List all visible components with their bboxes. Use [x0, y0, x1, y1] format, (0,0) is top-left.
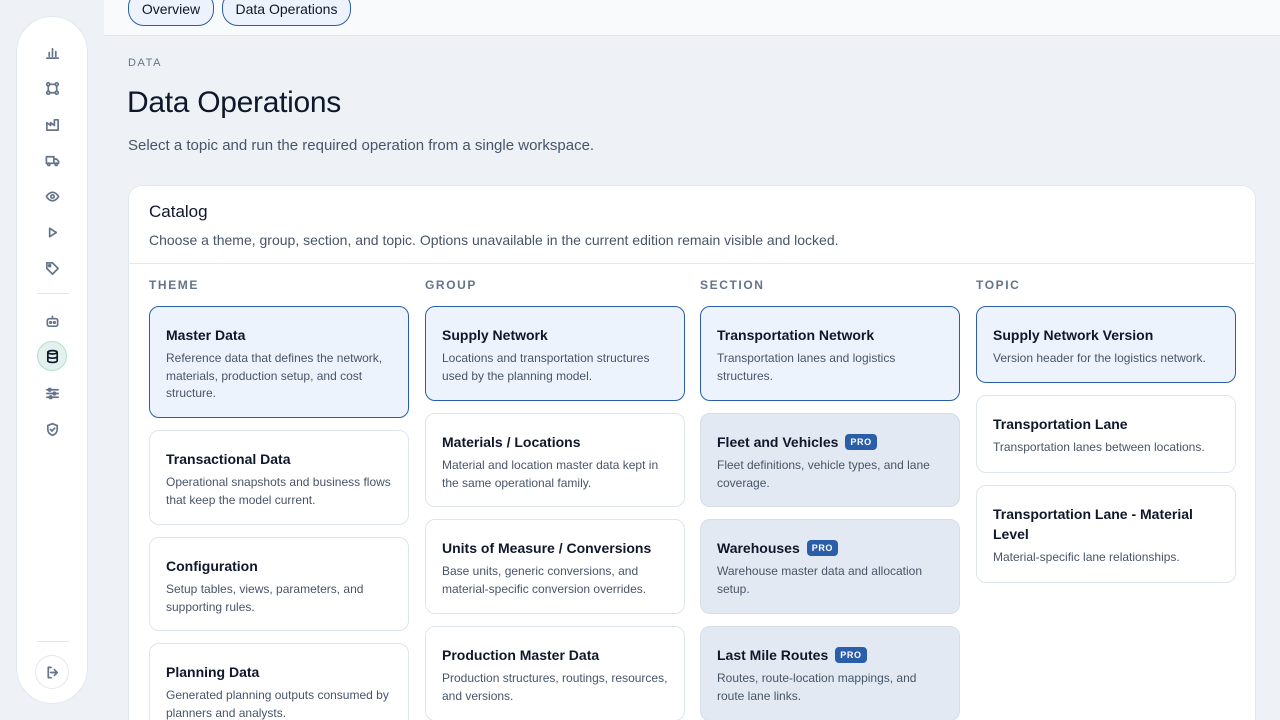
truck-icon[interactable]: [37, 145, 67, 175]
option-description: Operational snapshots and business flows…: [166, 475, 391, 507]
shield-icon[interactable]: [37, 414, 67, 444]
catalog-description: Choose a theme, group, section, and topi…: [149, 232, 839, 248]
column-label-group: GROUP: [425, 278, 478, 292]
option-title: Configuration: [166, 558, 258, 574]
theme-option-planning-data[interactable]: Planning Data Generated planning outputs…: [149, 643, 409, 720]
option-title-row: Warehouses PRO: [717, 538, 943, 558]
option-description: Generated planning outputs consumed by p…: [166, 688, 389, 720]
catalog-header: Catalog Choose a theme, group, section, …: [129, 186, 1255, 264]
option-description: Version header for the logistics network…: [993, 351, 1206, 365]
tab-data-operations[interactable]: Data Operations: [222, 0, 351, 26]
sliders-icon[interactable]: [37, 378, 67, 408]
pro-badge: PRO: [806, 540, 839, 556]
option-title: Supply Network Version: [993, 327, 1154, 343]
option-title: Transportation Lane: [993, 416, 1128, 432]
pro-badge: PRO: [845, 434, 877, 450]
section-option-transportation-network[interactable]: Transportation Network Transportation la…: [700, 306, 960, 401]
workflow-icon[interactable]: [37, 73, 67, 103]
catalog-card: Catalog Choose a theme, group, section, …: [128, 185, 1256, 720]
option-title-row: Fleet and Vehicles PRO: [717, 432, 943, 452]
option-title: Warehouses: [717, 540, 800, 556]
topic-option-transportation-lane[interactable]: Transportation Lane Transportation lanes…: [976, 395, 1236, 473]
section-option-last-mile-routes[interactable]: Last Mile Routes PRO Routes, route-locat…: [700, 626, 960, 720]
page-subtitle: Select a topic and run the required oper…: [128, 137, 595, 154]
sidebar-divider: [37, 641, 69, 642]
play-icon[interactable]: [37, 217, 67, 247]
option-description: Production structures, routings, resourc…: [442, 671, 668, 703]
theme-option-master-data[interactable]: Master Data Reference data that defines …: [149, 306, 409, 418]
logout-icon: [45, 665, 60, 680]
column-label-section: SECTION: [700, 278, 765, 292]
factory-icon[interactable]: [37, 109, 67, 139]
page-eyebrow: DATA: [128, 57, 163, 69]
option-description: Reference data that defines the network,…: [166, 351, 383, 400]
option-title: Supply Network: [442, 327, 548, 343]
group-option-supply-network[interactable]: Supply Network Locations and transportat…: [425, 306, 685, 401]
option-title-row: Last Mile Routes PRO: [717, 645, 943, 665]
option-title: Transactional Data: [166, 451, 291, 467]
option-description: Base units, generic conversions, and mat…: [442, 564, 647, 596]
group-option-production-master-data[interactable]: Production Master Data Production struct…: [425, 626, 685, 720]
tag-icon[interactable]: [37, 253, 67, 283]
topic-option-supply-network-version[interactable]: Supply Network Version Version header fo…: [976, 306, 1236, 383]
option-description: Setup tables, views, parameters, and sup…: [166, 582, 364, 614]
logout-button[interactable]: [35, 655, 69, 689]
pro-badge: PRO: [835, 647, 867, 663]
section-option-warehouses[interactable]: Warehouses PRO Warehouse master data and…: [700, 519, 960, 614]
option-title: Last Mile Routes: [717, 647, 829, 663]
theme-option-transactional-data[interactable]: Transactional Data Operational snapshots…: [149, 430, 409, 525]
group-option-units-of-measure[interactable]: Units of Measure / Conversions Base unit…: [425, 519, 685, 614]
eye-icon[interactable]: [37, 181, 67, 211]
bar-chart-icon[interactable]: [37, 37, 67, 67]
topic-option-transportation-lane-material-level[interactable]: Transportation Lane - Material Level Mat…: [976, 485, 1236, 583]
option-description: Material-specific lane relationships.: [993, 550, 1180, 564]
option-title: Units of Measure / Conversions: [442, 540, 652, 556]
page-title: Data Operations: [127, 86, 341, 119]
option-description: Transportation lanes between locations.: [993, 440, 1205, 454]
column-label-theme: THEME: [149, 278, 199, 292]
option-description: Transportation lanes and logistics struc…: [717, 351, 896, 383]
bot-icon[interactable]: [37, 306, 67, 336]
sidebar: [16, 16, 88, 704]
option-description: Routes, route-location mappings, and rou…: [717, 671, 917, 703]
option-title: Production Master Data: [442, 647, 600, 663]
sidebar-divider: [37, 293, 69, 294]
option-title: Planning Data: [166, 664, 260, 680]
option-title: Transportation Network: [717, 327, 875, 343]
option-description: Locations and transportation structures …: [442, 351, 650, 383]
option-description: Material and location master data kept i…: [442, 458, 659, 490]
option-title: Transportation Lane - Material Level: [993, 506, 1193, 542]
tab-overview[interactable]: Overview: [128, 0, 214, 26]
section-option-fleet-and-vehicles[interactable]: Fleet and Vehicles PRO Fleet definitions…: [700, 413, 960, 507]
group-option-materials-locations[interactable]: Materials / Locations Material and locat…: [425, 413, 685, 507]
option-description: Warehouse master data and allocation set…: [717, 564, 923, 596]
option-title: Master Data: [166, 327, 246, 343]
option-title: Fleet and Vehicles: [717, 434, 839, 450]
database-icon[interactable]: [37, 341, 67, 371]
theme-option-configuration[interactable]: Configuration Setup tables, views, param…: [149, 537, 409, 631]
column-label-topic: TOPIC: [976, 278, 1021, 292]
option-description: Fleet definitions, vehicle types, and la…: [717, 458, 930, 490]
catalog-title: Catalog: [149, 202, 208, 221]
option-title: Materials / Locations: [442, 434, 581, 450]
